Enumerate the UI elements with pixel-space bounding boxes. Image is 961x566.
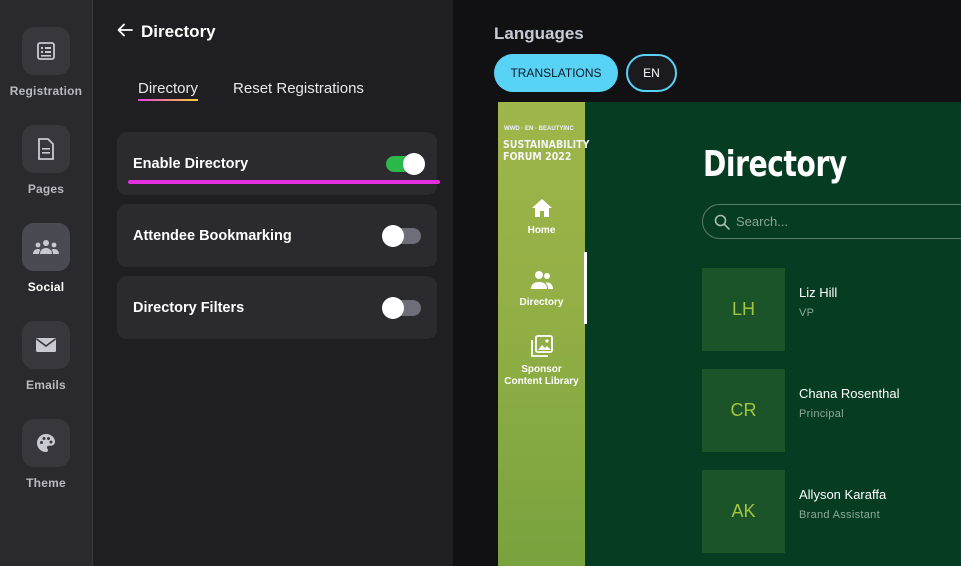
rail-label-registration: Registration xyxy=(9,84,83,98)
enable-directory-toggle[interactable] xyxy=(386,152,425,175)
preview-area: Languages TRANSLATIONS EN WWD · EN · BEA… xyxy=(453,0,961,566)
preview-nav-directory[interactable]: Directory xyxy=(498,270,585,309)
toggle-knob xyxy=(403,152,425,175)
person-role: Brand Assistant xyxy=(799,509,880,521)
highlight-underline xyxy=(128,180,440,184)
rail-item-social[interactable]: Social xyxy=(0,223,92,294)
back-button[interactable]: Directory xyxy=(117,22,216,42)
event-logo: SUSTAINABILITY FORUM 2022 xyxy=(503,139,590,163)
avatar: CR xyxy=(702,369,785,452)
setting-label: Enable Directory xyxy=(133,155,249,172)
toggle-knob xyxy=(382,296,404,319)
preview-search-input[interactable]: Search... xyxy=(702,204,961,239)
person-name: Liz Hill xyxy=(799,285,838,300)
settings-panel: Directory Directory Reset Registrations … xyxy=(93,0,453,566)
social-icon[interactable] xyxy=(22,223,70,271)
setting-label: Attendee Bookmarking xyxy=(133,227,292,244)
directory-preview: WWD · EN · BEAUTYINC SUSTAINABILITY FORU… xyxy=(498,102,961,566)
preview-nav-sponsor-library[interactable]: Sponsor Content Library xyxy=(498,335,585,388)
languages-heading: Languages xyxy=(494,24,584,43)
directory-list-item[interactable]: CR Chana Rosenthal Principal xyxy=(702,369,961,453)
person-name: Chana Rosenthal xyxy=(799,386,900,401)
rail-item-theme[interactable]: Theme xyxy=(0,419,92,490)
setting-label: Directory Filters xyxy=(133,299,245,316)
preview-nav-label: Home xyxy=(527,225,556,236)
rail-item-emails[interactable]: Emails xyxy=(0,321,92,392)
arrow-left-icon[interactable] xyxy=(117,23,133,42)
tab-directory[interactable]: Directory xyxy=(138,80,199,101)
left-rail: Registration Pages Social Emails Theme xyxy=(0,0,93,566)
tab-bar: Directory Reset Registrations xyxy=(138,80,364,101)
person-name: Allyson Karaffa xyxy=(799,487,887,502)
search-icon xyxy=(714,214,730,235)
people-icon xyxy=(530,270,554,295)
setting-enable-directory: Enable Directory xyxy=(117,132,437,195)
directory-list-item[interactable]: AK Allyson Karaffa Brand Assistant xyxy=(702,470,961,554)
avatar: AK xyxy=(702,470,785,553)
rail-label-emails: Emails xyxy=(26,378,66,392)
rail-label-social: Social xyxy=(27,280,65,294)
event-logo-small: WWD · EN · BEAUTYINC xyxy=(504,126,574,132)
person-role: Principal xyxy=(799,408,844,420)
preview-nav-active-indicator xyxy=(584,252,587,324)
language-en-button[interactable]: EN xyxy=(626,54,677,92)
search-placeholder: Search... xyxy=(736,214,789,229)
rail-item-pages[interactable]: Pages xyxy=(0,125,92,196)
email-icon[interactable] xyxy=(22,321,70,369)
preview-nav-label: Directory xyxy=(519,297,564,308)
rail-item-registration[interactable]: Registration xyxy=(0,27,92,98)
preview-directory-title: Directory xyxy=(703,144,847,185)
preview-nav-home[interactable]: Home xyxy=(498,198,585,237)
translations-button[interactable]: TRANSLATIONS xyxy=(494,54,618,92)
setting-attendee-bookmarking: Attendee Bookmarking xyxy=(117,204,437,267)
preview-nav-label: Sponsor Content Library xyxy=(504,364,579,387)
directory-list-item[interactable]: LH Liz Hill VP xyxy=(702,268,961,352)
directory-filters-toggle[interactable] xyxy=(382,296,421,319)
attendee-bookmarking-toggle[interactable] xyxy=(382,224,421,247)
avatar: LH xyxy=(702,268,785,351)
page-title: Directory xyxy=(141,22,216,41)
preview-sidebar: WWD · EN · BEAUTYINC SUSTAINABILITY FORU… xyxy=(498,102,590,566)
pages-icon[interactable] xyxy=(22,125,70,173)
rail-label-theme: Theme xyxy=(26,476,66,490)
home-icon xyxy=(531,198,553,223)
tab-reset-registrations[interactable]: Reset Registrations xyxy=(233,80,364,101)
rail-label-pages: Pages xyxy=(27,182,65,196)
palette-icon[interactable] xyxy=(22,419,70,467)
setting-directory-filters: Directory Filters xyxy=(117,276,437,339)
person-role: VP xyxy=(799,307,815,319)
gallery-icon xyxy=(530,335,553,362)
toggle-knob xyxy=(382,224,404,247)
registration-icon[interactable] xyxy=(22,27,70,75)
